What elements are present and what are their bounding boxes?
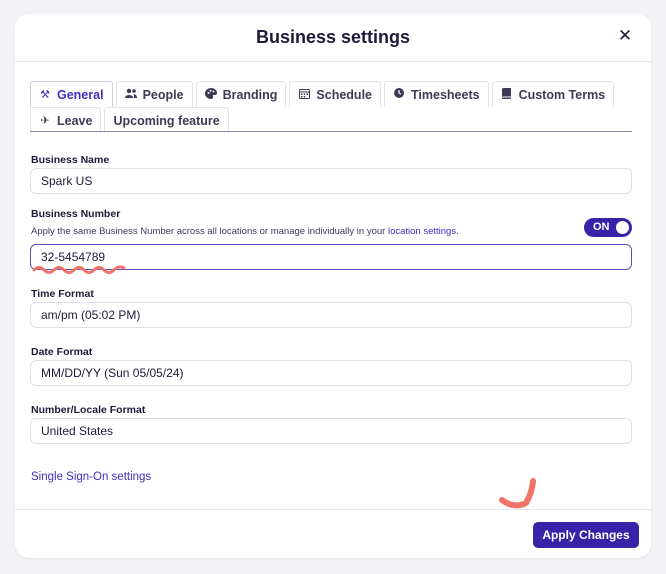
- footer-divider: [15, 509, 651, 510]
- plane-icon: ✈: [40, 115, 50, 127]
- settings-tabs: ⚒ General People Branding Schedule Times…: [30, 81, 632, 133]
- tab-label: Leave: [57, 113, 93, 128]
- help-suffix: .: [456, 226, 459, 237]
- tab-upcoming-feature[interactable]: Upcoming feature: [104, 107, 229, 133]
- tab-row: ✈ Leave Upcoming feature: [30, 107, 232, 133]
- sso-settings-link[interactable]: Single Sign-On settings: [31, 471, 151, 483]
- tab-schedule[interactable]: Schedule: [289, 81, 381, 107]
- annotation-squiggle: [32, 265, 126, 274]
- business-number-label: Business Number: [31, 208, 121, 220]
- tab-general[interactable]: ⚒ General: [30, 81, 113, 107]
- tab-row: ⚒ General People Branding Schedule Times…: [30, 81, 617, 107]
- tabs-divider: [30, 131, 632, 132]
- date-format-label: Date Format: [31, 346, 93, 358]
- business-name-label: Business Name: [31, 154, 110, 166]
- tab-label: Schedule: [316, 87, 372, 102]
- locale-format-select[interactable]: United States: [30, 418, 632, 444]
- locale-format-label: Number/Locale Format: [31, 404, 146, 416]
- tab-label: Custom Terms: [518, 87, 606, 102]
- tab-label: Branding: [222, 87, 278, 102]
- toggle-knob: [616, 221, 629, 234]
- tab-label: General: [57, 87, 104, 102]
- apply-changes-button[interactable]: Apply Changes: [533, 522, 639, 548]
- tab-timesheets[interactable]: Timesheets: [384, 81, 489, 107]
- people-icon: [124, 88, 137, 101]
- annotation-checkmark: [499, 478, 536, 509]
- tab-label: People: [142, 87, 184, 102]
- tab-label: Timesheets: [411, 87, 480, 102]
- tools-icon: ⚒: [40, 89, 50, 101]
- time-format-label: Time Format: [31, 288, 94, 300]
- business-number-toggle[interactable]: ON: [584, 218, 632, 237]
- modal-title: Business settings: [255, 27, 411, 47]
- business-name-input[interactable]: Spark US: [30, 168, 632, 194]
- business-settings-modal: Business settings ✕ ⚒ General People Bra…: [15, 14, 651, 558]
- date-format-select[interactable]: MM/DD/YY (Sun 05/05/24): [30, 360, 632, 386]
- toggle-label: ON: [593, 221, 610, 233]
- business-number-help: Apply the same Business Number across al…: [31, 226, 459, 237]
- location-settings-link[interactable]: location settings: [388, 226, 456, 237]
- tab-label: Upcoming feature: [113, 113, 220, 128]
- tab-leave[interactable]: ✈ Leave: [30, 107, 102, 133]
- tab-branding[interactable]: Branding: [195, 81, 287, 107]
- tab-custom-terms[interactable]: Custom Terms: [491, 81, 615, 107]
- book-icon: [501, 87, 513, 102]
- close-icon[interactable]: ✕: [617, 27, 633, 44]
- calendar-icon: [298, 88, 310, 102]
- tab-people[interactable]: People: [115, 81, 193, 107]
- help-text: Apply the same Business Number across al…: [31, 226, 388, 237]
- time-format-select[interactable]: am/pm (05:02 PM): [30, 302, 632, 328]
- palette-icon: [204, 87, 217, 102]
- modal-header: Business settings ✕: [15, 14, 651, 62]
- clock-icon: [393, 88, 405, 101]
